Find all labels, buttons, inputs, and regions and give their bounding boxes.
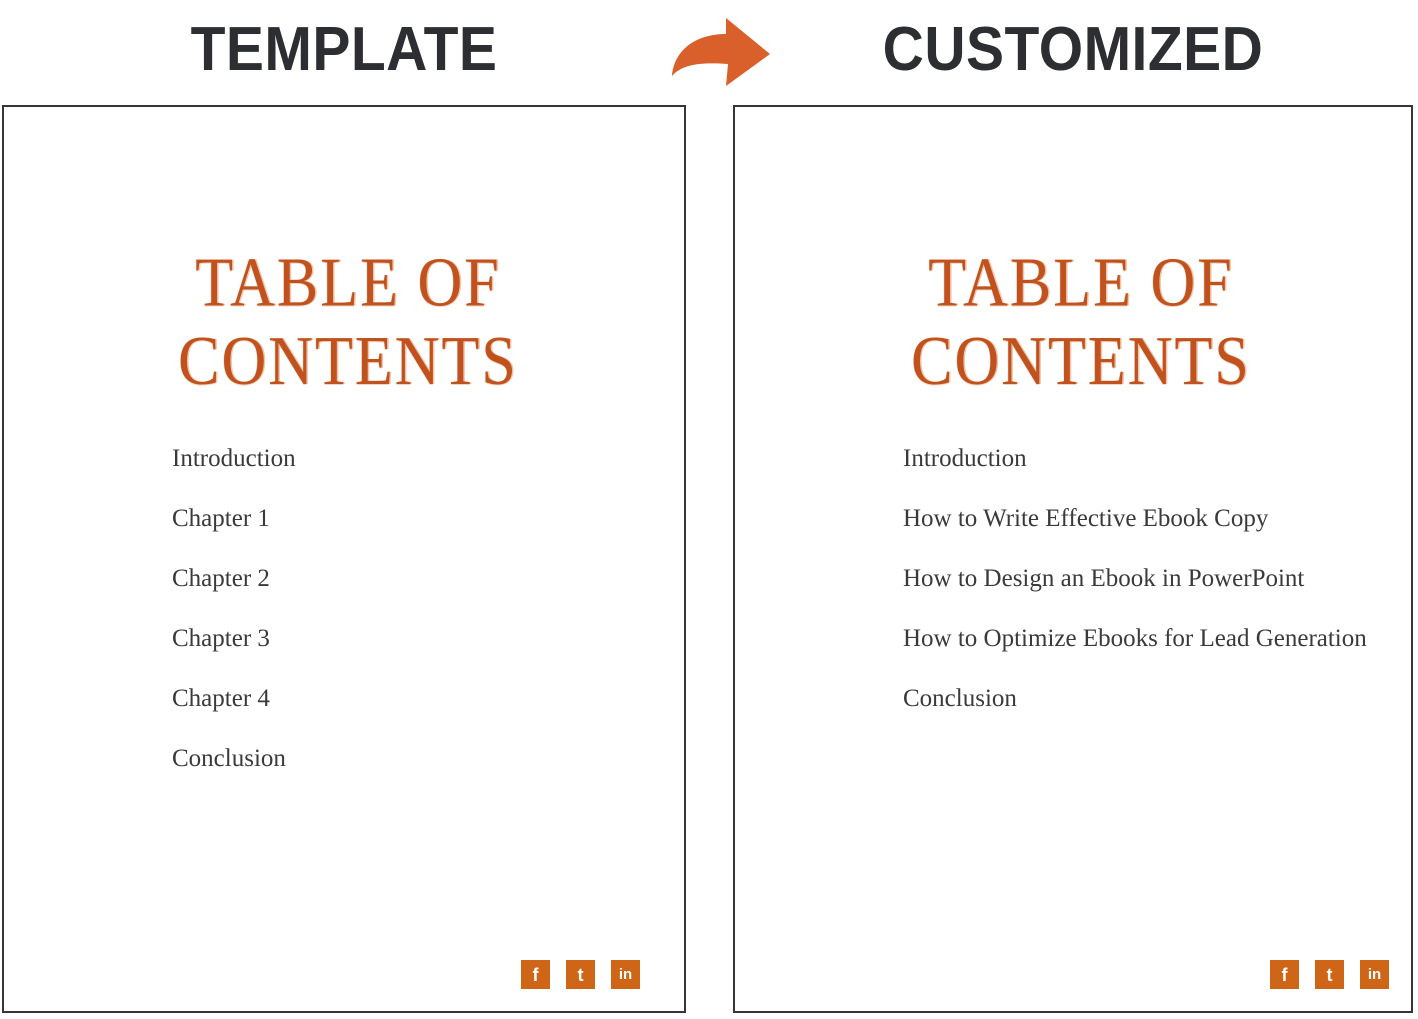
linkedin-icon[interactable]: in [611, 960, 640, 989]
customized-social-row: f t in [1270, 960, 1389, 989]
list-item: How to Design an Ebook in PowerPoint [903, 565, 1305, 592]
customized-header-label: CUSTOMIZED [882, 15, 1264, 84]
customized-slide-content: TABLE OF CONTENTS Introduction How to Wr… [735, 107, 1411, 1011]
template-social-row: f t in [521, 960, 640, 989]
template-toc-title: TABLE OF CONTENTS [178, 245, 518, 400]
list-item: How to Optimize Ebooks for Lead Generati… [903, 625, 1367, 652]
list-item: How to Write Effective Ebook Copy [903, 505, 1269, 532]
header-row: TEMPLATE CUSTOMIZED [0, 0, 1418, 102]
facebook-icon[interactable]: f [1270, 960, 1299, 989]
list-item: Introduction [903, 445, 1027, 472]
list-item: Chapter 4 [172, 685, 270, 712]
customized-slide-panel: TABLE OF CONTENTS Introduction How to Wr… [733, 105, 1413, 1013]
list-item: Conclusion [903, 685, 1017, 712]
list-item: Introduction [172, 445, 296, 472]
list-item: Chapter 2 [172, 565, 270, 592]
list-item: Chapter 3 [172, 625, 270, 652]
customized-toc-title: TABLE OF CONTENTS [911, 245, 1251, 400]
template-header-label: TEMPLATE [190, 15, 498, 84]
twitter-icon[interactable]: t [1315, 960, 1344, 989]
facebook-icon[interactable]: f [521, 960, 550, 989]
customized-toc-list: Introduction How to Write Effective Eboo… [903, 443, 1387, 743]
list-item: Chapter 1 [172, 505, 270, 532]
list-item: Conclusion [172, 745, 286, 772]
template-toc-list: Introduction Chapter 1 Chapter 2 Chapter… [172, 443, 644, 803]
twitter-icon[interactable]: t [566, 960, 595, 989]
template-slide-panel: TABLE OF CONTENTS Introduction Chapter 1… [2, 105, 686, 1013]
linkedin-icon[interactable]: in [1360, 960, 1389, 989]
template-slide-content: TABLE OF CONTENTS Introduction Chapter 1… [4, 107, 684, 1011]
